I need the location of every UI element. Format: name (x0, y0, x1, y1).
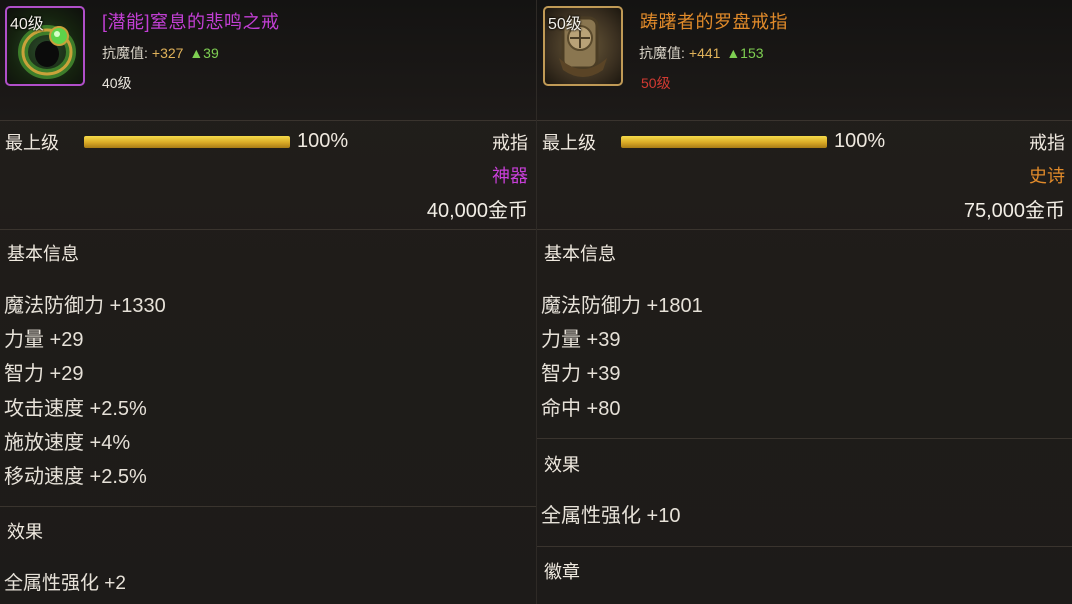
grade-progress-fill (84, 136, 290, 148)
magic-resist-label: 抗魔值: (639, 45, 685, 61)
stat-line: 智力 +29 (4, 363, 84, 385)
magic-resist-line: 抗魔值: +441 ▲153 (639, 43, 764, 63)
grade-progress-bar (621, 136, 827, 148)
basic-info-title: 基本信息 (544, 244, 616, 264)
stat-line: 力量 +29 (4, 329, 84, 351)
required-level: 40级 (102, 75, 132, 91)
item-price: 75,000金币 (963, 200, 1065, 222)
grade-progress-percent: 100% (834, 130, 886, 152)
item-level-badge: 40级 (10, 16, 44, 33)
item-icon-frame[interactable]: 50级 (543, 6, 623, 86)
magic-resist-label: 抗魔值: (102, 45, 148, 61)
grade-label: 最上级 (5, 133, 59, 153)
effect-line: 全属性强化 +2 (4, 573, 126, 594)
divider (537, 120, 1072, 121)
stat-line: 命中 +80 (541, 398, 621, 420)
basic-info-title: 基本信息 (7, 244, 79, 264)
stat-line: 智力 +39 (541, 363, 621, 385)
effect-line: 全属性强化 +10 (541, 505, 681, 527)
effect-title: 效果 (544, 455, 580, 475)
magic-resist-increase: ▲153 (726, 45, 764, 61)
item-price: 40,000金币 (426, 200, 528, 222)
divider (0, 120, 536, 121)
item-rarity: 史诗 (1029, 166, 1065, 186)
stat-line: 力量 +39 (541, 329, 621, 351)
magic-resist-increase: ▲39 (189, 45, 219, 61)
item-name: [潜能]窒息的悲鸣之戒 (102, 12, 280, 32)
stat-line: 魔法防御力 +1330 (4, 295, 166, 317)
required-level: 50级 (641, 75, 671, 91)
item-slot: 戒指 (1029, 133, 1065, 153)
divider (537, 438, 1072, 439)
stat-line: 施放速度 +4% (4, 432, 131, 454)
stat-line: 移动速度 +2.5% (4, 466, 147, 488)
emblem-title: 徽章 (544, 562, 580, 582)
divider (537, 546, 1072, 547)
item-tooltip-right: 50级 踌躇者的罗盘戒指 抗魔值: +441 ▲153 50级 最上级 100% … (536, 0, 1072, 604)
grade-progress-fill (621, 136, 827, 148)
item-icon-frame[interactable]: 40级 (5, 6, 85, 86)
grade-progress-bar (84, 136, 290, 148)
magic-resist-line: 抗魔值: +327 ▲39 (102, 43, 219, 63)
divider (537, 229, 1072, 230)
grade-label: 最上级 (542, 133, 596, 153)
item-name: 踌躇者的罗盘戒指 (640, 12, 788, 32)
item-slot: 戒指 (492, 133, 528, 153)
tooltip-header: 40级 [潜能]窒息的悲鸣之戒 抗魔值: +327 ▲39 40级 (0, 0, 536, 120)
divider (0, 229, 536, 230)
item-level-badge: 50级 (548, 16, 582, 33)
divider (0, 506, 536, 507)
grade-progress-percent: 100% (297, 130, 349, 152)
magic-resist-value: +327 (151, 45, 184, 61)
stat-line: 攻击速度 +2.5% (4, 398, 147, 420)
effect-title: 效果 (7, 522, 43, 542)
tooltip-header: 50级 踌躇者的罗盘戒指 抗魔值: +441 ▲153 50级 (537, 0, 1072, 120)
stat-line: 魔法防御力 +1801 (541, 295, 703, 317)
item-rarity: 神器 (492, 166, 528, 186)
magic-resist-value: +441 (688, 45, 721, 61)
item-tooltip-left: 40级 [潜能]窒息的悲鸣之戒 抗魔值: +327 ▲39 40级 最上级 100… (0, 0, 536, 604)
